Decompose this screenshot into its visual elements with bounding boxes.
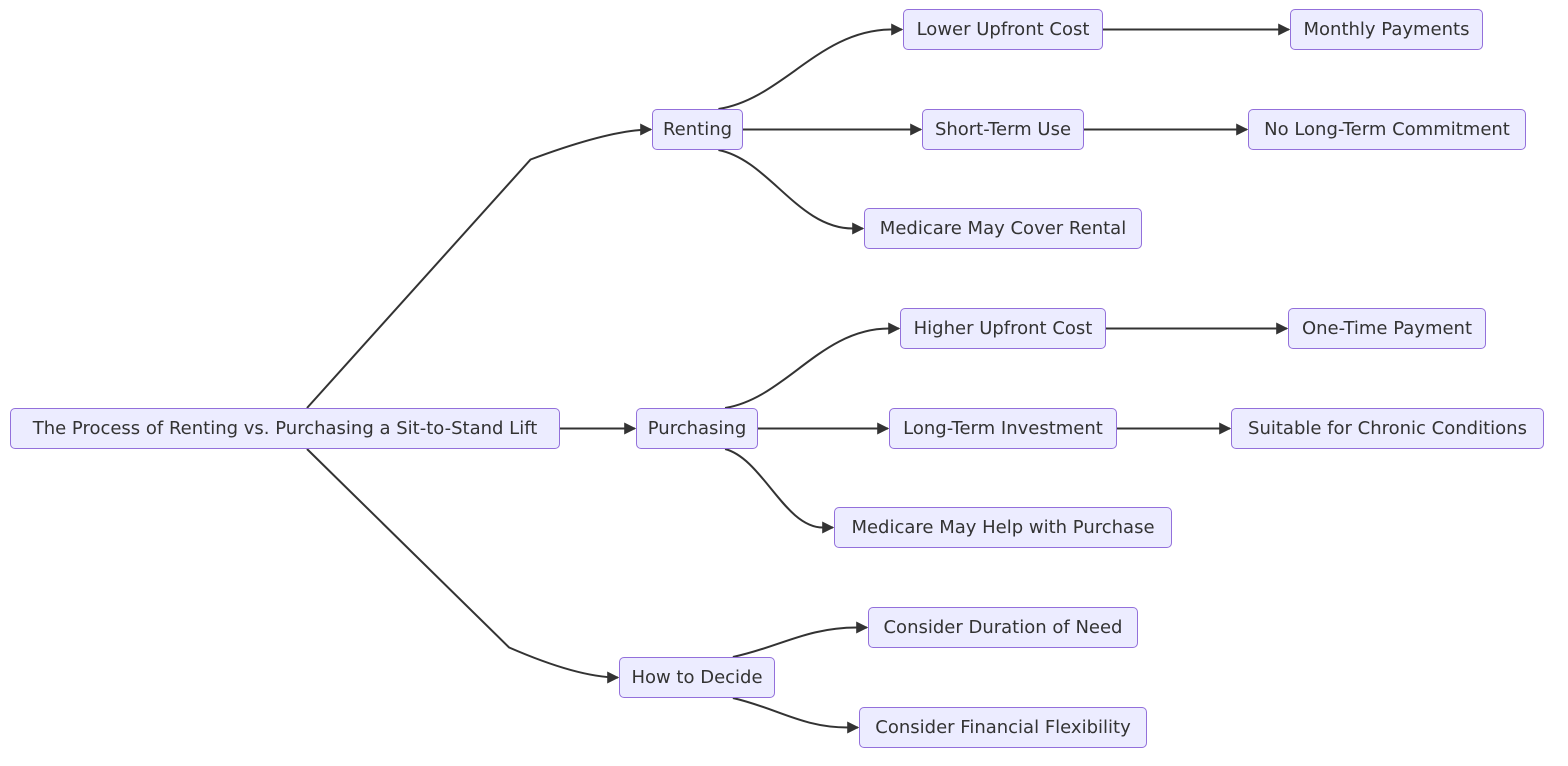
node-suitable-for-chronic-conditions[interactable]: Suitable for Chronic Conditions [1231, 408, 1544, 449]
edge-decide-to-financial [732, 697, 860, 734]
node-monthly-payments[interactable]: Monthly Payments [1290, 9, 1483, 50]
edge-purchasing-to-medicare_purchase [724, 448, 835, 534]
node-medicare-may-help-with-purchase[interactable]: Medicare May Help with Purchase [834, 507, 1172, 548]
node-consider-duration-of-need[interactable]: Consider Duration of Need [868, 607, 1138, 648]
node-root[interactable]: The Process of Renting vs. Purchasing a … [10, 408, 560, 449]
edge-root-to-decide [306, 448, 620, 684]
node-medicare-may-cover-rental[interactable]: Medicare May Cover Rental [864, 208, 1142, 249]
node-lower-upfront-cost[interactable]: Lower Upfront Cost [903, 9, 1103, 50]
node-purchasing[interactable]: Purchasing [636, 408, 758, 449]
edge-decide-to-duration [732, 621, 869, 658]
edge-renting-to-medicare_rental [718, 149, 865, 235]
node-renting[interactable]: Renting [652, 109, 743, 150]
edge-purchasing-to-higher_cost [724, 322, 901, 409]
node-consider-financial-flexibility[interactable]: Consider Financial Flexibility [859, 707, 1147, 748]
node-how-to-decide[interactable]: How to Decide [619, 657, 775, 698]
node-long-term-investment[interactable]: Long-Term Investment [889, 408, 1117, 449]
edge-root-to-renting [306, 123, 653, 409]
edge-renting-to-lower_cost [718, 23, 904, 110]
node-no-long-term-commitment[interactable]: No Long-Term Commitment [1248, 109, 1526, 150]
node-one-time-payment[interactable]: One-Time Payment [1288, 308, 1486, 349]
node-short-term-use[interactable]: Short-Term Use [922, 109, 1084, 150]
node-higher-upfront-cost[interactable]: Higher Upfront Cost [900, 308, 1106, 349]
